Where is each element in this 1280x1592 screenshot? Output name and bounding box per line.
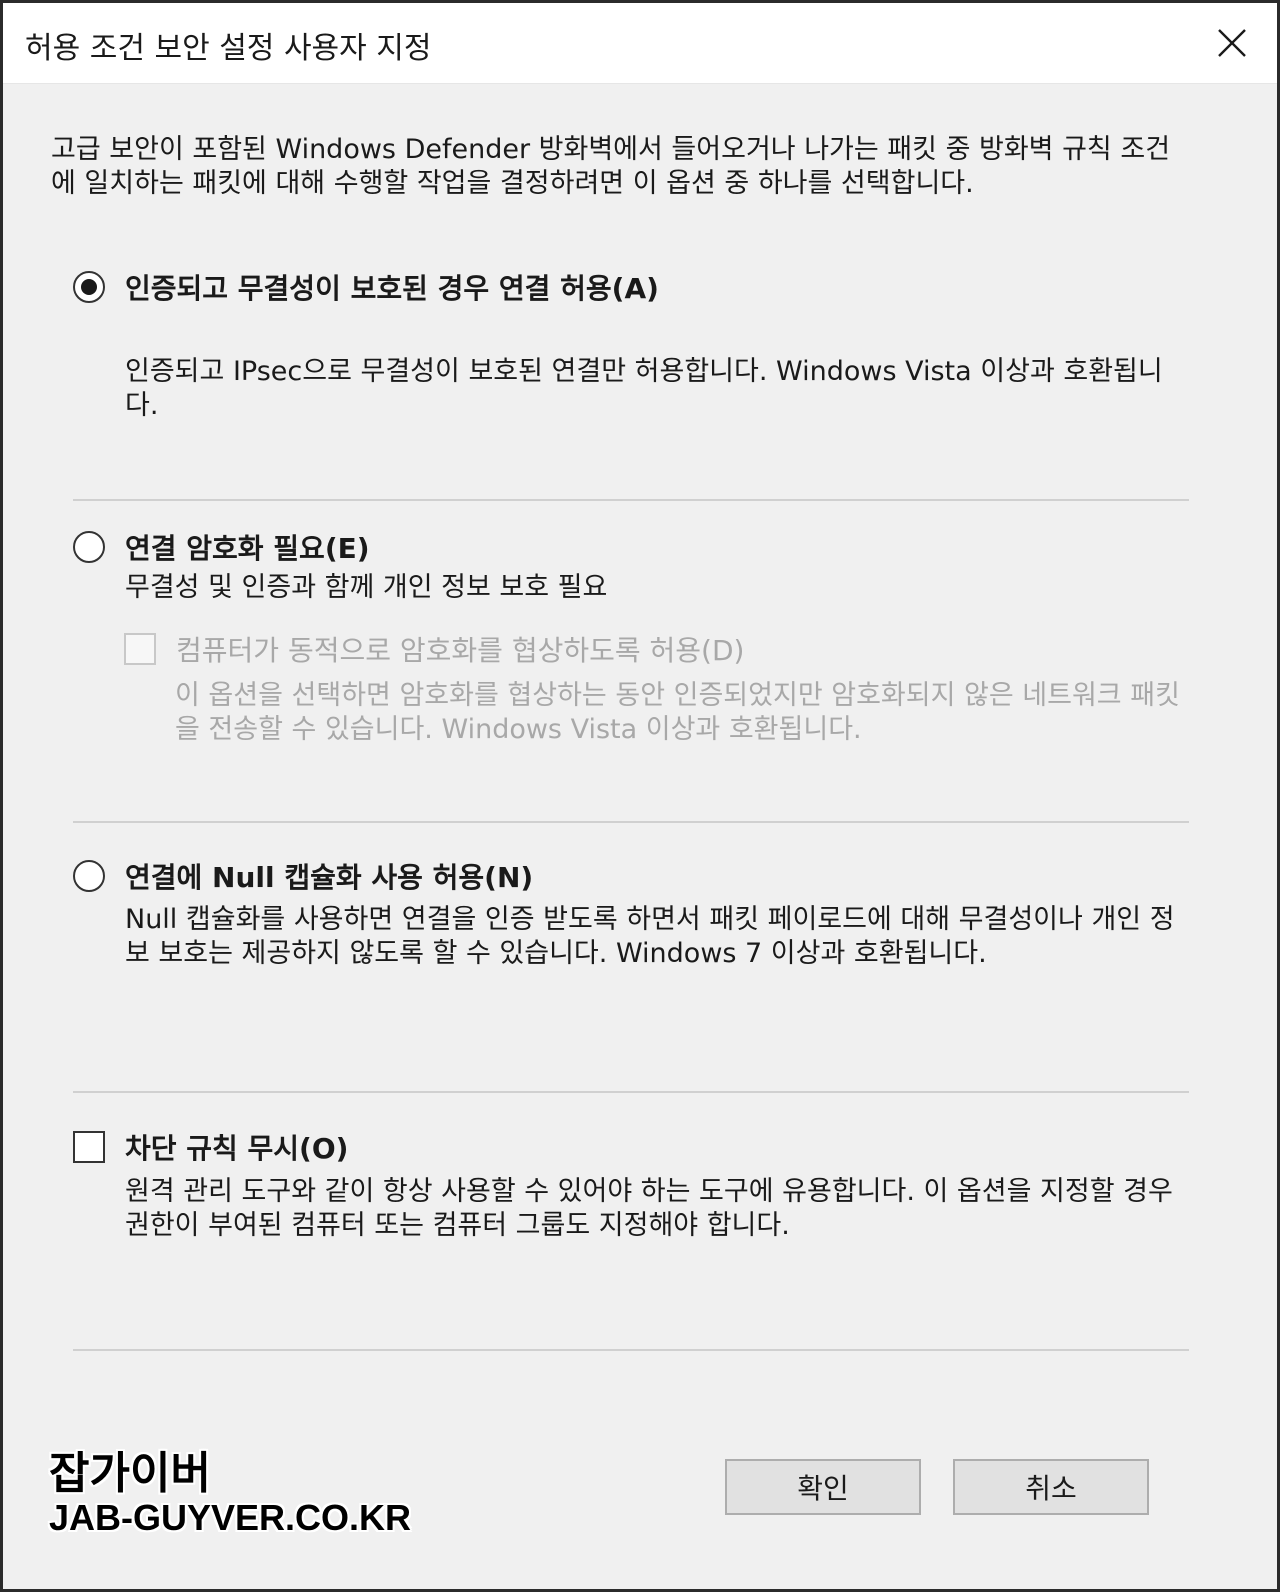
option-dynamic-negotiation-description: 이 옵션을 선택하면 암호화를 협상하는 동안 인증되었지만 암호화되지 않은 … (175, 680, 1180, 745)
title-bar: 허용 조건 보안 설정 사용자 지정 (3, 3, 1277, 84)
option-override-block-label[interactable]: 차단 규칙 무시(O) (125, 1127, 348, 1167)
option-encryption[interactable]: 연결 암호화 필요(E) (73, 527, 370, 567)
close-button[interactable] (1203, 15, 1261, 71)
dialog-window: 허용 조건 보안 설정 사용자 지정 고급 보안이 포함된 Windows De… (0, 0, 1280, 1592)
divider (73, 499, 1189, 501)
option-override-block[interactable]: 차단 규칙 무시(O) (73, 1127, 348, 1167)
watermark-name: 잡가이버 (49, 1448, 211, 1499)
cancel-button[interactable]: 취소 (953, 1459, 1149, 1515)
divider (73, 1091, 1189, 1093)
intro-text: 고급 보안이 포함된 Windows Defender 방화벽에서 들어오거나 … (51, 134, 1171, 199)
option-encryption-description: 무결성 및 인증과 함께 개인 정보 보호 필요 (125, 572, 608, 603)
radio-authenticated[interactable] (73, 271, 105, 303)
option-null-encapsulation[interactable]: 연결에 Null 캡슐화 사용 허용(N) (73, 856, 533, 896)
option-authenticated-description: 인증되고 IPsec으로 무결성이 보호된 연결만 허용합니다. Windows… (125, 356, 1163, 421)
radio-null-encapsulation[interactable] (73, 860, 105, 892)
watermark-url: JAB-GUYVER.CO.KR (49, 1497, 412, 1538)
dialog-title: 허용 조건 보안 설정 사용자 지정 (25, 31, 432, 66)
option-encryption-label[interactable]: 연결 암호화 필요(E) (125, 527, 370, 567)
option-dynamic-negotiation: 컴퓨터가 동적으로 암호화를 협상하도록 허용(D) (124, 629, 744, 669)
divider (73, 1349, 1189, 1351)
option-null-encapsulation-label[interactable]: 연결에 Null 캡슐화 사용 허용(N) (125, 856, 533, 896)
ok-button[interactable]: 확인 (725, 1459, 921, 1515)
checkbox-override-block[interactable] (73, 1131, 105, 1163)
close-icon (1218, 29, 1246, 57)
option-authenticated-label[interactable]: 인증되고 무결성이 보호된 경우 연결 허용(A) (125, 267, 659, 307)
radio-encryption[interactable] (73, 531, 105, 563)
option-authenticated[interactable]: 인증되고 무결성이 보호된 경우 연결 허용(A) (73, 267, 659, 307)
option-null-encapsulation-description: Null 캡슐화를 사용하면 연결을 인증 받도록 하면서 패킷 페이로드에 대… (125, 904, 1175, 969)
option-override-block-description: 원격 관리 도구와 같이 항상 사용할 수 있어야 하는 도구에 유용합니다. … (125, 1176, 1173, 1241)
checkbox-dynamic-negotiation (124, 633, 156, 665)
divider (73, 821, 1189, 823)
option-dynamic-negotiation-label: 컴퓨터가 동적으로 암호화를 협상하도록 허용(D) (176, 634, 745, 667)
